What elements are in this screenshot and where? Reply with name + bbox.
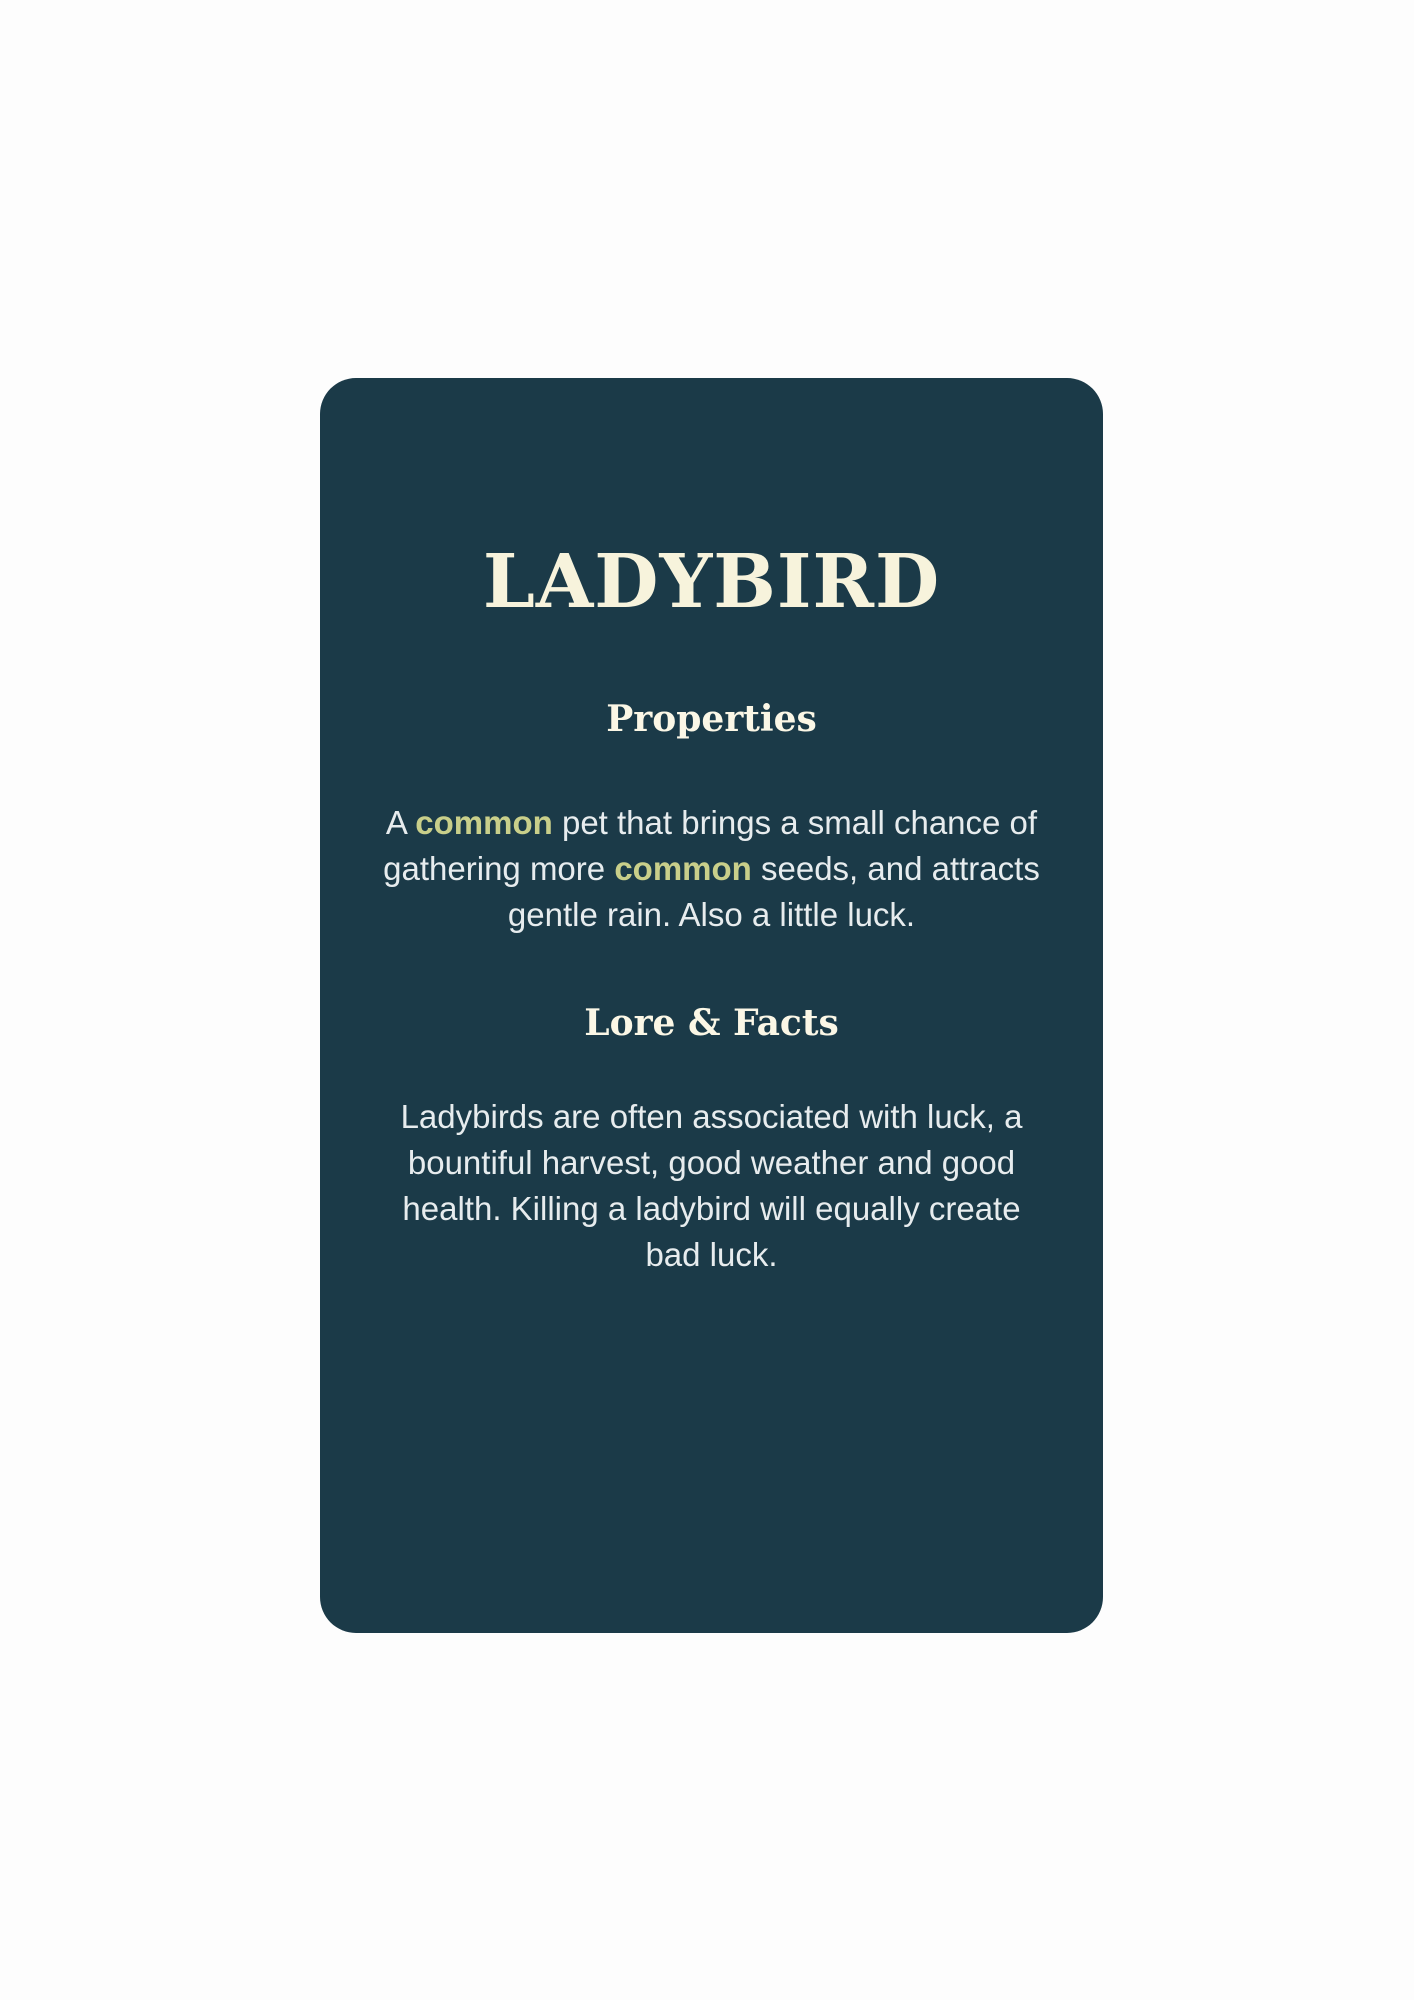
card-title: LADYBIRD [482, 539, 941, 625]
rarity-highlight-2: common [614, 850, 752, 887]
properties-text: A common pet that brings a small chance … [380, 800, 1043, 938]
ladybird-card: LADYBIRD Properties A common pet that br… [320, 378, 1103, 1633]
lore-heading: Lore & Facts [584, 1002, 839, 1044]
properties-text-part-1: A [385, 804, 416, 841]
page: LADYBIRD Properties A common pet that br… [0, 0, 1414, 2000]
lore-text: Ladybirds are often associated with luck… [400, 1098, 1023, 1273]
properties-heading: Properties [606, 698, 817, 740]
rarity-highlight-1: common [415, 804, 553, 841]
